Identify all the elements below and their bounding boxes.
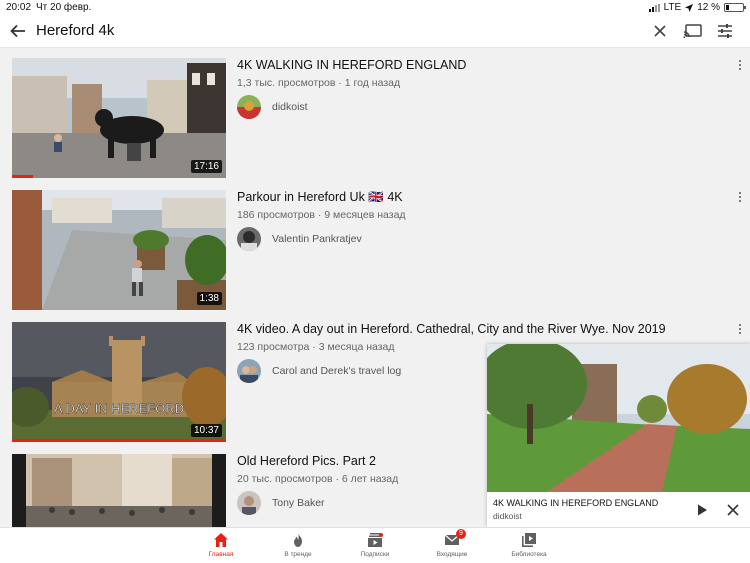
youtube-app: 20:02 Чт 20 февр. LTE 12 % Hereford 4k 1… [0, 0, 750, 563]
video-thumbnail[interactable]: 17:16 [12, 58, 226, 178]
close-icon[interactable] [725, 502, 741, 518]
cast-icon[interactable] [683, 22, 703, 40]
nav-subscriptions[interactable]: Подписки [345, 532, 405, 558]
status-time: 20:02 [6, 2, 32, 13]
filter-icon[interactable] [716, 22, 734, 40]
channel-name[interactable]: Tony Baker [272, 497, 325, 509]
channel-avatar[interactable] [237, 95, 261, 119]
inbox-badge: 9 [456, 529, 466, 539]
nav-library[interactable]: Библиотека [499, 532, 559, 558]
channel-name[interactable]: Valentin Pankratjev [272, 233, 362, 245]
home-icon [214, 533, 228, 547]
nav-label: Библиотека [511, 551, 547, 558]
channel-row[interactable]: Valentin Pankratjev [237, 227, 717, 251]
video-title[interactable]: 4K WALKING IN HEREFORD ENGLAND [237, 58, 717, 73]
nav-home[interactable]: Главная [191, 532, 251, 558]
battery-icon [724, 3, 746, 12]
library-icon [522, 533, 536, 547]
bottom-navigation: Главная В тренде Подписки 9 Входящие Биб… [0, 527, 750, 563]
inbox-icon: 9 [444, 529, 466, 548]
video-title[interactable]: Parkour in Hereford Uk 🇬🇧 4K [237, 190, 717, 205]
video-thumbnail[interactable] [12, 454, 226, 527]
channel-avatar[interactable] [237, 227, 261, 251]
nav-label: Главная [208, 551, 234, 558]
status-right: LTE 12 % [648, 2, 746, 13]
channel-avatar[interactable] [237, 491, 261, 515]
mini-player-frame [487, 344, 750, 492]
nav-inbox[interactable]: 9 Входящие [422, 529, 482, 558]
thumbnail-caption: A DAY IN HEREFORD [54, 401, 184, 416]
search-header: Hereford 4k [0, 14, 750, 48]
status-bar: 20:02 Чт 20 февр. LTE 12 % [0, 0, 750, 14]
play-icon[interactable] [694, 502, 710, 518]
video-info: 4K WALKING IN HEREFORD ENGLAND 1,3 тыс. … [237, 58, 717, 119]
clear-search-icon[interactable] [651, 22, 669, 40]
search-query[interactable]: Hereford 4k [36, 22, 114, 39]
network-type: LTE [663, 2, 682, 13]
nav-trending[interactable]: В тренде [268, 532, 328, 558]
nav-label: Входящие [436, 551, 468, 558]
status-date: Чт 20 февр. [36, 2, 92, 13]
nav-label: В тренде [284, 551, 312, 558]
watch-progress [12, 175, 33, 178]
more-options-icon[interactable] [736, 58, 744, 72]
thumbnail-image [12, 454, 226, 527]
trending-icon [294, 533, 302, 547]
more-options-icon[interactable] [736, 190, 744, 204]
more-options-icon[interactable] [736, 322, 744, 336]
channel-name[interactable]: Carol and Derek's travel log [272, 365, 401, 377]
video-meta: 186 просмотров · 9 месяцев назад [237, 209, 406, 221]
video-thumbnail[interactable]: 1:38 [12, 190, 226, 310]
channel-avatar[interactable] [237, 359, 261, 383]
video-duration: 10:37 [190, 424, 222, 437]
video-duration: 17:16 [190, 160, 222, 173]
battery-percent: 12 % [697, 2, 720, 13]
video-result[interactable]: 17:16 4K WALKING IN HEREFORD ENGLAND 1,3… [12, 58, 741, 178]
channel-row[interactable]: didkoist [237, 95, 717, 119]
video-meta: 1,3 тыс. просмотров · 1 год назад [237, 77, 401, 89]
video-info: Parkour in Hereford Uk 🇬🇧 4K 186 просмот… [237, 190, 717, 251]
video-result[interactable]: 1:38 Parkour in Hereford Uk 🇬🇧 4K 186 пр… [12, 190, 741, 310]
nav-label: Подписки [360, 551, 390, 558]
video-thumbnail[interactable]: A DAY IN HEREFORD 10:37 [12, 322, 226, 442]
location-icon [685, 3, 694, 12]
mini-player[interactable]: 4K WALKING IN HEREFORD ENGLAND didkoist [487, 344, 750, 527]
thumbnail-image [12, 190, 226, 310]
subscriptions-icon [368, 533, 383, 547]
signal-icon [648, 3, 660, 12]
video-duration: 1:38 [196, 292, 222, 305]
mini-player-title[interactable]: 4K WALKING IN HEREFORD ENGLAND [493, 498, 658, 508]
channel-name[interactable]: didkoist [272, 101, 308, 113]
watch-progress [12, 439, 226, 442]
mini-player-channel: didkoist [493, 511, 522, 521]
back-arrow-icon[interactable] [8, 21, 28, 41]
video-title[interactable]: 4K video. A day out in Hereford. Cathedr… [237, 322, 717, 337]
mini-player-video[interactable] [487, 344, 750, 492]
